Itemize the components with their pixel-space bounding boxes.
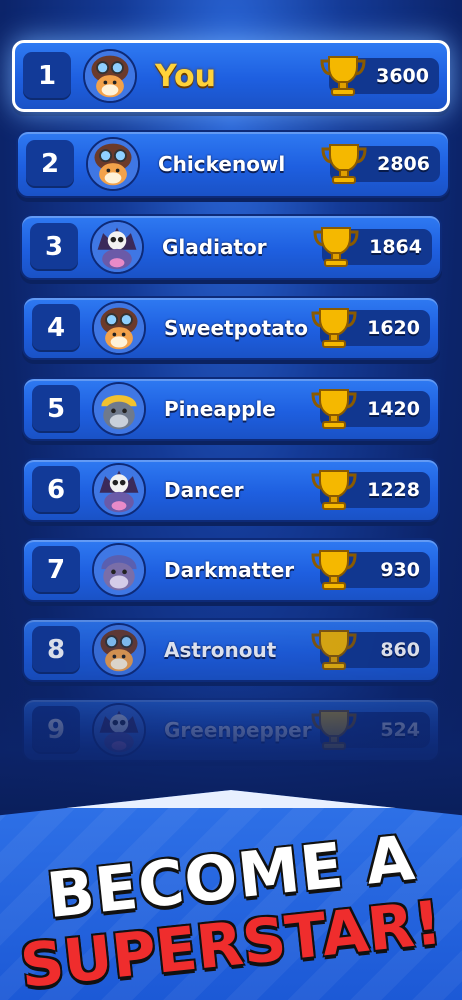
- score-box: 860: [311, 630, 430, 670]
- leaderboard-row[interactable]: 2 Chickenowl 2806: [16, 130, 450, 198]
- skull-helmet-avatar: [92, 463, 146, 517]
- trophy-score: 1228: [367, 479, 420, 501]
- player-name: Dancer: [164, 478, 244, 502]
- gorilla-helmet-avatar: [92, 543, 146, 597]
- trophy-score: 1420: [367, 398, 420, 420]
- player-name: Darkmatter: [164, 558, 295, 582]
- score-box: 524: [311, 710, 430, 750]
- leaderboard-row[interactable]: 3 Gladiator 1864: [20, 214, 442, 280]
- trophy-icon: [311, 389, 357, 429]
- score-box: 2806: [321, 144, 440, 184]
- trophy-icon: [311, 710, 357, 750]
- trophy-score: 2806: [377, 153, 430, 175]
- owl-aviator-avatar: [92, 301, 146, 355]
- player-name: Pineapple: [164, 397, 276, 421]
- leaderboard-row[interactable]: 9 Greenpepper 524: [22, 698, 440, 762]
- trophy-score: 930: [380, 559, 420, 581]
- rank-badge: 6: [32, 466, 80, 514]
- rank-badge: 9: [32, 706, 80, 754]
- leaderboard-row[interactable]: 8 Astronout 860: [22, 618, 440, 682]
- rank-badge: 5: [32, 385, 80, 433]
- trophy-icon: [311, 470, 357, 510]
- player-name: Gladiator: [162, 235, 267, 259]
- skull-helmet-avatar: [92, 703, 146, 757]
- score-box: 1620: [311, 308, 430, 348]
- trophy-score: 3600: [376, 65, 429, 87]
- rank-badge: 2: [26, 140, 74, 188]
- trophy-icon: [311, 550, 357, 590]
- trophy-icon: [320, 56, 366, 96]
- player-name: Chickenowl: [158, 152, 286, 176]
- rank-badge: 1: [23, 52, 71, 100]
- skull-helmet-avatar: [90, 220, 144, 274]
- leaderboard-row[interactable]: 7 Darkmatter 930: [22, 538, 440, 602]
- leaderboard: 1 You 3600 2 Chickenowl 2806 3 Gladiator…: [0, 0, 462, 800]
- owl-aviator-avatar: [86, 137, 140, 191]
- leaderboard-row-you[interactable]: 1 You 3600: [12, 40, 450, 112]
- leaderboard-row[interactable]: 4 Sweetpotato 1620: [22, 296, 440, 360]
- score-box: 3600: [320, 56, 439, 96]
- trophy-icon: [311, 308, 357, 348]
- score-box: 1864: [313, 227, 432, 267]
- trophy-score: 1620: [367, 317, 420, 339]
- owl-aviator-avatar: [92, 623, 146, 677]
- rank-badge: 8: [32, 626, 80, 674]
- score-box: 930: [311, 550, 430, 590]
- gorilla-bowl-cut-avatar: [92, 382, 146, 436]
- trophy-score: 524: [380, 719, 420, 741]
- player-name: Sweetpotato: [164, 316, 308, 340]
- rank-badge: 3: [30, 223, 78, 271]
- player-name: Greenpepper: [164, 718, 312, 742]
- player-name: Astronout: [164, 638, 277, 662]
- trophy-icon: [313, 227, 359, 267]
- trophy-icon: [321, 144, 367, 184]
- rank-badge: 4: [32, 304, 80, 352]
- trophy-score: 860: [380, 639, 420, 661]
- score-box: 1228: [311, 470, 430, 510]
- score-box: 1420: [311, 389, 430, 429]
- trophy-icon: [311, 630, 357, 670]
- owl-aviator-avatar: [83, 49, 137, 103]
- trophy-score: 1864: [369, 236, 422, 258]
- player-name: You: [155, 58, 216, 94]
- leaderboard-row[interactable]: 5 Pineapple 1420: [22, 377, 440, 441]
- rank-badge: 7: [32, 546, 80, 594]
- leaderboard-row[interactable]: 6 Dancer 1228: [22, 458, 440, 522]
